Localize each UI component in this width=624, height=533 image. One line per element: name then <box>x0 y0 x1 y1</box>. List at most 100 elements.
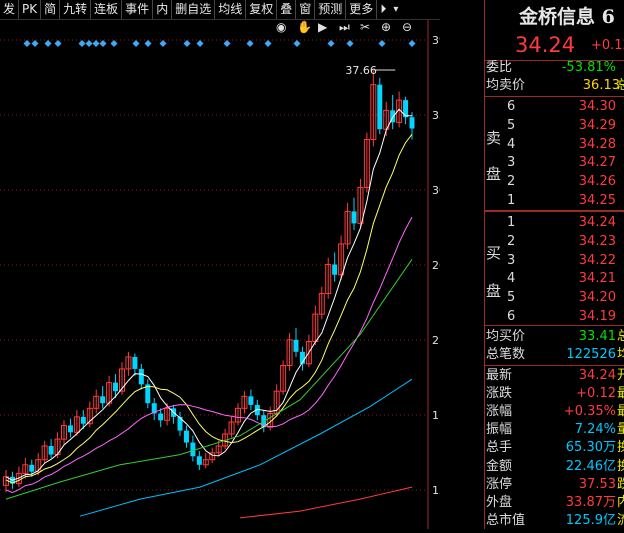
more-arrow-icon[interactable]: ▾ <box>389 0 402 19</box>
toolbar-item[interactable]: 复权 <box>246 0 278 19</box>
stat-edge: 量 <box>617 422 624 438</box>
candle-body-down <box>138 368 144 385</box>
stat-edge: 最 <box>617 386 624 402</box>
event-marker <box>31 40 39 47</box>
candle-body-down <box>248 396 254 405</box>
avg-sell-value: 36.13 <box>582 78 620 93</box>
dock-arrow-icon[interactable]: ⏵ <box>377 0 389 19</box>
candle-body-down <box>377 84 383 130</box>
ma30-line <box>5 259 413 500</box>
stat-label: 涨幅 <box>486 404 513 420</box>
kline-svg[interactable]: 39.41 35.03 30.65 26.27 21.89 17.51 13.13 ◉ ✋ ▶ ⏭ ✂… <box>0 20 464 529</box>
zoom-in-icon[interactable]: ⊕ <box>381 20 391 34</box>
avg-buy-edge: 总 <box>617 329 624 344</box>
book-separator <box>485 210 624 212</box>
event-marker <box>92 40 100 47</box>
next-icon[interactable]: ⏭ <box>339 20 350 34</box>
stat-value: 22.46亿 <box>565 458 616 474</box>
stat-row: 振幅 7.24% 量 <box>485 421 624 439</box>
trades-row: 总笔数 122526 均 <box>485 346 624 364</box>
toolbar-item[interactable]: 九转 <box>60 0 92 19</box>
stat-edge: 内 <box>617 494 624 510</box>
toolbar-item[interactable]: 预测 <box>315 0 347 19</box>
book-price: 34.22 <box>578 252 616 268</box>
event-marker <box>159 40 167 47</box>
candle-body-down <box>67 425 73 433</box>
sell-level-row: 6 34.30 <box>485 98 624 116</box>
buy-level-row: 4 34.21 <box>485 270 624 288</box>
stat-value: 7.24% <box>574 422 616 438</box>
price-tick-label: 17.51 <box>432 409 440 422</box>
price-tick-label: 21.89 <box>432 334 440 347</box>
toolbar-item[interactable]: 均线 <box>215 0 247 19</box>
stat-row: 最新 34.24 开 <box>485 367 624 385</box>
high-price-label: 37.66 <box>345 64 377 77</box>
current-change: +0.12 <box>591 38 624 53</box>
buy-level-row: 3 34.22 <box>485 252 624 270</box>
toolbar-item[interactable]: 简 <box>41 0 61 19</box>
trades-edge: 均 <box>617 347 624 362</box>
toolbar-item[interactable]: PK <box>19 0 42 19</box>
quote-panel: 金桥信息 6 34.24 +0.12 委比 -53.81% 均卖价 36.13 … <box>485 0 624 529</box>
toolbar-item[interactable]: 更多 <box>346 0 378 19</box>
sell-level-row: 2 34.26 <box>485 173 624 191</box>
buy-side-label: 买 <box>486 244 502 262</box>
book-price: 34.29 <box>578 117 616 133</box>
stat-label: 最新 <box>486 368 513 383</box>
candle-body-down <box>113 382 119 392</box>
book-level: 5 <box>507 117 516 133</box>
toolbar-item[interactable]: 内 <box>153 0 173 19</box>
play-icon[interactable]: ▶ <box>318 20 328 34</box>
candle-body-down <box>80 416 86 424</box>
separator <box>485 325 624 326</box>
event-marker <box>99 40 107 47</box>
event-marker <box>196 40 204 47</box>
hand-icon[interactable]: ✋ <box>297 20 312 34</box>
stat-row: 总市值 125.9亿流 <box>485 512 624 529</box>
toolbar-item[interactable]: 窗 <box>296 0 316 19</box>
weibi-row: 委比 -53.81% <box>485 59 624 77</box>
event-marker <box>293 40 301 47</box>
avg-buy-value: 33.41 <box>578 329 616 344</box>
event-marker <box>110 40 118 47</box>
stat-label: 总市值 <box>486 512 526 528</box>
separator <box>485 365 624 366</box>
candle-body-down <box>132 356 138 369</box>
candle-body-down <box>158 413 164 421</box>
stat-value: +0.12 <box>576 386 616 402</box>
eye-icon[interactable]: ◉ <box>276 20 286 34</box>
book-level: 1 <box>507 193 516 208</box>
avg-sell-edge: 总 <box>617 78 624 93</box>
stat-edge: 流 <box>617 512 624 528</box>
stat-label: 总手 <box>486 440 513 456</box>
buy-level-row: 5 34.20 <box>485 289 624 307</box>
toolbar-item[interactable]: 连板 <box>91 0 123 19</box>
event-marker <box>183 40 191 47</box>
toolbar-item[interactable]: 事件 <box>122 0 154 19</box>
toolbar-item[interactable]: 删自选 <box>172 0 216 19</box>
candle-body-down <box>29 464 35 472</box>
event-marker <box>223 40 231 47</box>
zoom-out-icon[interactable]: ⊖ <box>402 20 412 34</box>
kline-chart[interactable]: 39.41 35.03 30.65 26.27 21.89 17.51 13.13 ◉ ✋ ▶ ⏭ ✂… <box>0 20 464 529</box>
event-marker <box>85 40 93 47</box>
buy-level-row: 6 34.19 <box>485 308 624 326</box>
avg-buy-label: 均买价 <box>486 329 526 344</box>
toolbar-item[interactable]: 发 <box>0 0 20 19</box>
event-marker <box>23 40 31 47</box>
scissors-icon[interactable]: ✂ <box>360 20 370 34</box>
event-marker <box>246 40 254 47</box>
sell-level-row: 4 34.28 <box>485 136 624 154</box>
stat-row: 涨幅 +0.35% 最 <box>485 403 624 421</box>
candle-body-down <box>409 117 415 129</box>
stat-label: 涨跌 <box>486 386 513 402</box>
event-marker <box>346 40 354 47</box>
candle-body-down <box>183 430 189 443</box>
event-marker <box>132 40 140 47</box>
event-marker <box>144 40 152 47</box>
book-level: 6 <box>507 309 516 324</box>
stat-label: 外盘 <box>486 494 513 510</box>
price-tick-label: 26.27 <box>432 259 440 272</box>
toolbar-item[interactable]: 叠 <box>277 0 297 19</box>
buy-level-row: 2 34.23 <box>485 233 624 251</box>
